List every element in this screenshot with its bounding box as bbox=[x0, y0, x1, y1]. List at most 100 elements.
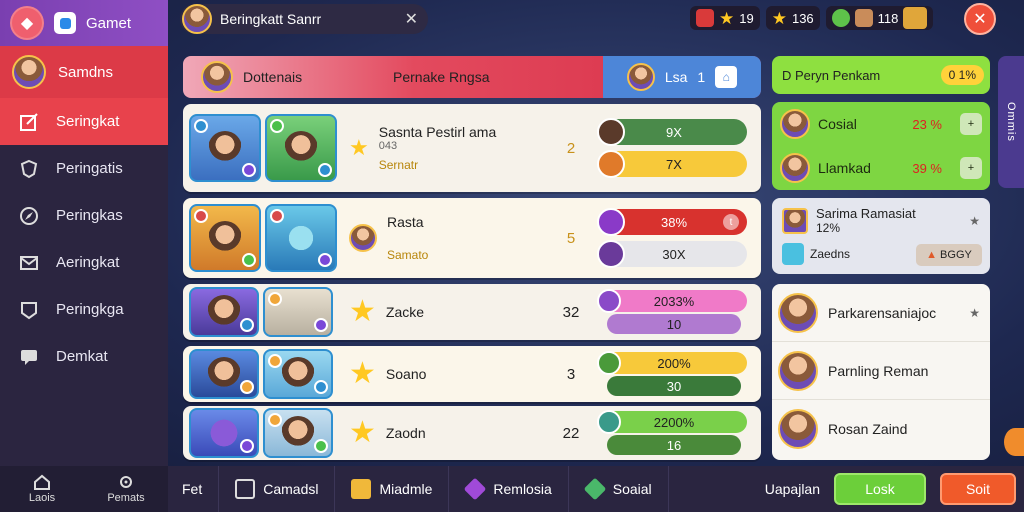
row-badge: Samato bbox=[387, 248, 429, 262]
list-item[interactable]: Parkarensaniajoc ★ bbox=[772, 284, 990, 342]
info-icon: t bbox=[723, 214, 739, 230]
sidebar-item-label: Demkat bbox=[56, 348, 108, 365]
table-row[interactable]: ★ Sasnta Pestirl ama 043 Sernatr 2 9X 7X bbox=[183, 104, 761, 192]
stat-chest[interactable]: 118 bbox=[825, 6, 934, 30]
sidebar-item-peringkga[interactable]: Peringkga bbox=[0, 286, 168, 333]
sidebar-item-peringkas[interactable]: Peringkas bbox=[0, 192, 168, 239]
hero-icon bbox=[597, 118, 625, 146]
add-icon[interactable]: + bbox=[960, 157, 982, 179]
sidebar-item-peringatis[interactable]: Peringatis bbox=[0, 145, 168, 192]
add-icon[interactable]: + bbox=[960, 113, 982, 135]
progress-bar: 2200% bbox=[597, 410, 747, 434]
table-row[interactable]: ★ Soano 3 200% 30 bbox=[183, 346, 761, 402]
hero-icon bbox=[597, 410, 621, 434]
side-coin-button[interactable] bbox=[1004, 428, 1024, 456]
friend-avatar bbox=[778, 409, 818, 449]
friend-name: Parkarensaniajoc bbox=[828, 304, 937, 321]
progress-bar: 9X bbox=[597, 118, 747, 146]
right-panel-header[interactable]: D Peryn Penkam 0 1% bbox=[772, 56, 990, 94]
sidebar-item-demkat[interactable]: Demkat bbox=[0, 333, 168, 380]
hero-tile[interactable] bbox=[189, 349, 259, 399]
friend-list: Parkarensaniajoc ★ Parnling Reman Rosan … bbox=[772, 284, 990, 460]
hero-tile[interactable] bbox=[263, 349, 333, 399]
row-sub: 043 bbox=[378, 140, 398, 152]
close-button[interactable]: ✕ bbox=[964, 3, 996, 35]
friend-name: Rosan Zaind bbox=[828, 421, 908, 437]
card-sub: 12% bbox=[816, 221, 841, 235]
table-row[interactable]: ★ Zaodn 22 2200% 16 bbox=[183, 406, 761, 460]
hero-tile[interactable] bbox=[189, 408, 259, 458]
hero-tile[interactable] bbox=[265, 204, 337, 272]
header-right-avatar bbox=[626, 63, 655, 91]
tab-label: Soaial bbox=[612, 481, 652, 497]
table-row[interactable]: Rasta Samato 5 38% t 30X bbox=[183, 198, 761, 278]
row-rank: 2 bbox=[566, 139, 576, 157]
progress-bar: 38% t bbox=[597, 208, 747, 236]
stat-stars[interactable]: ★ 19 bbox=[690, 6, 760, 30]
progress-bar: 2033% bbox=[597, 289, 747, 313]
player-avatar bbox=[182, 4, 212, 34]
list-item[interactable]: Parnling Reman bbox=[772, 342, 990, 400]
hero-tile[interactable] bbox=[263, 408, 333, 458]
row-name: Soano bbox=[385, 366, 427, 382]
close-icon[interactable]: ✕ bbox=[405, 9, 418, 29]
sidebar-user[interactable]: Samdns bbox=[0, 46, 168, 98]
card-action-button[interactable]: ▲ BGGY bbox=[916, 244, 982, 266]
header-right-value: 1 bbox=[697, 69, 706, 85]
hero-tile[interactable] bbox=[263, 287, 333, 337]
home-icon: ⌂ bbox=[715, 66, 738, 88]
row-entry: ★ Soano bbox=[341, 359, 541, 389]
search-bar[interactable]: Beringkatt Sanrr ✕ bbox=[180, 4, 428, 34]
hero-tile[interactable] bbox=[189, 204, 261, 272]
stat-value: 136 bbox=[791, 10, 814, 26]
sidebar-item-seringkat[interactable]: Seringkat bbox=[0, 98, 168, 145]
row-entry: Rasta Samato bbox=[341, 214, 541, 262]
progress-bar: 200% bbox=[597, 351, 747, 375]
gear-icon bbox=[120, 476, 132, 488]
hero-tile[interactable] bbox=[189, 114, 261, 182]
sidebar-item-label: Peringkga bbox=[56, 301, 124, 318]
hero-tile[interactable] bbox=[265, 114, 337, 182]
bottom-bar: Fet Camadsl Miadmle Remlosia Soaial Uapa… bbox=[168, 466, 1024, 512]
hero-icon bbox=[597, 240, 625, 268]
tab-miadmle[interactable]: Miadmle bbox=[335, 466, 450, 512]
stat-stars-2[interactable]: ★ 136 bbox=[765, 6, 820, 30]
bar-value: 16 bbox=[666, 437, 682, 453]
nav-pemats[interactable]: Pemats bbox=[84, 466, 168, 512]
hero-icon bbox=[597, 351, 621, 375]
list-item[interactable]: Rosan Zaind bbox=[772, 400, 990, 458]
quit-button[interactable]: Soit bbox=[940, 473, 1016, 505]
table-row[interactable]: ★ Zacke 32 2033% 10 bbox=[183, 284, 761, 340]
chest-icon bbox=[854, 9, 873, 27]
header-right[interactable]: Lsa 1 ⌂ bbox=[603, 56, 761, 98]
tab-soaial[interactable]: Soaial bbox=[569, 466, 669, 512]
nav-laois[interactable]: Laois bbox=[0, 466, 84, 512]
lock-button[interactable]: Losk bbox=[834, 473, 926, 505]
item-name: Llamkad bbox=[818, 160, 871, 176]
bar-value: 2200% bbox=[653, 414, 695, 430]
star-icon: ★ bbox=[349, 135, 369, 160]
table-header: Dottenais Pernake Rngsa Lsa 1 ⌂ bbox=[183, 56, 761, 98]
back-button[interactable]: ◆ bbox=[10, 6, 44, 40]
compass-icon bbox=[18, 205, 40, 227]
sidebar: ◆ Gamet Samdns Seringkat Peringatis Peri… bbox=[0, 0, 168, 512]
row-entry: ★ Zacke bbox=[341, 297, 541, 327]
list-item[interactable]: Llamkad 39 % + bbox=[772, 146, 990, 190]
hero-icon bbox=[597, 208, 625, 236]
tab-camadsl[interactable]: Camadsl bbox=[219, 466, 336, 512]
star-icon: ★ bbox=[349, 357, 376, 390]
list-item[interactable]: Cosial 23 % + bbox=[772, 102, 990, 146]
sidebar-item-aeringkat[interactable]: Aeringkat bbox=[0, 239, 168, 286]
sidebar-item-label: Peringatis bbox=[56, 160, 123, 177]
friend-avatar bbox=[778, 292, 818, 333]
search-text: Beringkatt Sanrr bbox=[220, 11, 322, 27]
app-title: Gamet bbox=[86, 14, 132, 32]
tab-remlosia[interactable]: Remlosia bbox=[449, 466, 569, 512]
tab-fet[interactable]: Fet bbox=[168, 466, 220, 512]
user-name: Samdns bbox=[58, 63, 114, 81]
hero-tile[interactable] bbox=[189, 287, 259, 337]
card-button-label: BGGY bbox=[940, 249, 972, 261]
side-tab[interactable]: Ommis bbox=[998, 56, 1024, 188]
sidebar-header: ◆ Gamet bbox=[0, 0, 168, 46]
header-left: Dottenais bbox=[183, 61, 373, 93]
